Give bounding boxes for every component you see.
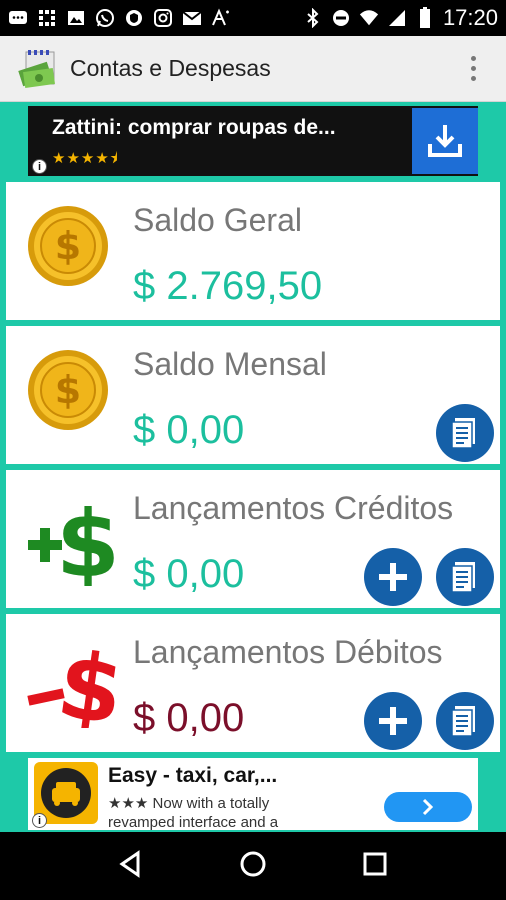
svg-text:$: $ — [55, 368, 81, 412]
gallery-icon — [66, 8, 86, 28]
chevron-right-icon — [422, 798, 434, 816]
card-saldo-mensal[interactable]: $ Saldo Mensal $ 0,00 — [6, 326, 500, 464]
text-icon — [211, 8, 231, 28]
ad-info-icon[interactable]: i — [32, 813, 47, 828]
card-lancamentos-debitos[interactable]: $ Lançamentos Débitos $ 0,00 — [6, 614, 500, 752]
document-icon — [451, 706, 475, 737]
card-value: $ 2.769,50 — [133, 264, 323, 308]
status-bar: 17:20 — [0, 0, 506, 36]
plus-icon — [379, 563, 407, 591]
svg-text:$: $ — [55, 224, 81, 268]
debit-report-button[interactable] — [436, 692, 494, 750]
ad-banner-top[interactable]: Zattini: comprar roupas de... ★★★★⯨ i — [28, 106, 478, 176]
download-icon[interactable] — [412, 108, 478, 174]
mail-icon — [182, 8, 202, 28]
card-value: $ 0,00 — [133, 408, 245, 452]
plus-dollar-icon: $ — [24, 490, 120, 598]
coin-icon: $ — [26, 348, 110, 437]
whatsapp-icon — [95, 8, 115, 28]
ad-open-button[interactable] — [384, 792, 472, 822]
card-label: Saldo Mensal — [133, 346, 327, 382]
ad-rating: ★★★★⯨ — [52, 150, 119, 167]
overflow-menu-icon[interactable] — [471, 56, 476, 81]
svg-text:$: $ — [56, 491, 120, 586]
app-bar: Contas e Despesas — [0, 36, 506, 102]
card-value: $ 0,00 — [133, 552, 245, 596]
signal-icon — [387, 8, 407, 28]
bluetooth-icon — [303, 8, 323, 28]
document-icon — [451, 562, 475, 593]
ad-description-line2: revamped interface and a — [108, 814, 279, 830]
notification-icons — [8, 8, 231, 28]
document-icon — [451, 418, 475, 449]
home-icon[interactable] — [238, 849, 268, 884]
card-label: Lançamentos Débitos — [133, 634, 443, 670]
coin-icon: $ — [26, 204, 110, 293]
grid-icon — [37, 8, 57, 28]
report-button[interactable] — [436, 404, 494, 462]
add-credit-button[interactable] — [364, 548, 422, 606]
wifi-icon — [359, 8, 379, 28]
card-label: Lançamentos Créditos — [133, 490, 454, 526]
battery-icon — [415, 7, 435, 28]
clock: 17:20 — [442, 5, 498, 30]
card-saldo-geral[interactable]: $ Saldo Geral $ 2.769,50 — [6, 182, 500, 320]
ad-banner-bottom[interactable]: Easy - taxi, car,... ★★★ Now with a tota… — [28, 758, 478, 830]
back-icon[interactable] — [116, 849, 146, 884]
add-debit-button[interactable] — [364, 692, 422, 750]
ad-title: Zattini: comprar roupas de... — [52, 116, 336, 139]
card-value: $ 0,00 — [133, 696, 245, 740]
navigation-bar — [0, 832, 506, 900]
card-label: Saldo Geral — [133, 202, 302, 238]
minus-dollar-icon: $ — [24, 631, 130, 746]
system-icons: 17:20 — [303, 5, 498, 31]
ad-title: Easy - taxi, car,... — [108, 764, 278, 787]
chat-icon — [8, 8, 28, 28]
app-logo-icon — [18, 48, 60, 90]
app-title: Contas e Despesas — [70, 55, 271, 81]
do-not-disturb-icon — [331, 8, 351, 28]
ad-info-icon[interactable]: i — [32, 159, 47, 174]
svg-text:$: $ — [51, 632, 120, 728]
credit-report-button[interactable] — [436, 548, 494, 606]
shield-icon — [124, 8, 144, 28]
instagram-icon — [153, 8, 173, 28]
ad-description-line1: ★★★ Now with a totally — [108, 795, 270, 812]
recents-icon[interactable] — [360, 849, 390, 884]
card-lancamentos-creditos[interactable]: $ Lançamentos Créditos $ 0,00 — [6, 470, 500, 608]
plus-icon — [379, 707, 407, 735]
